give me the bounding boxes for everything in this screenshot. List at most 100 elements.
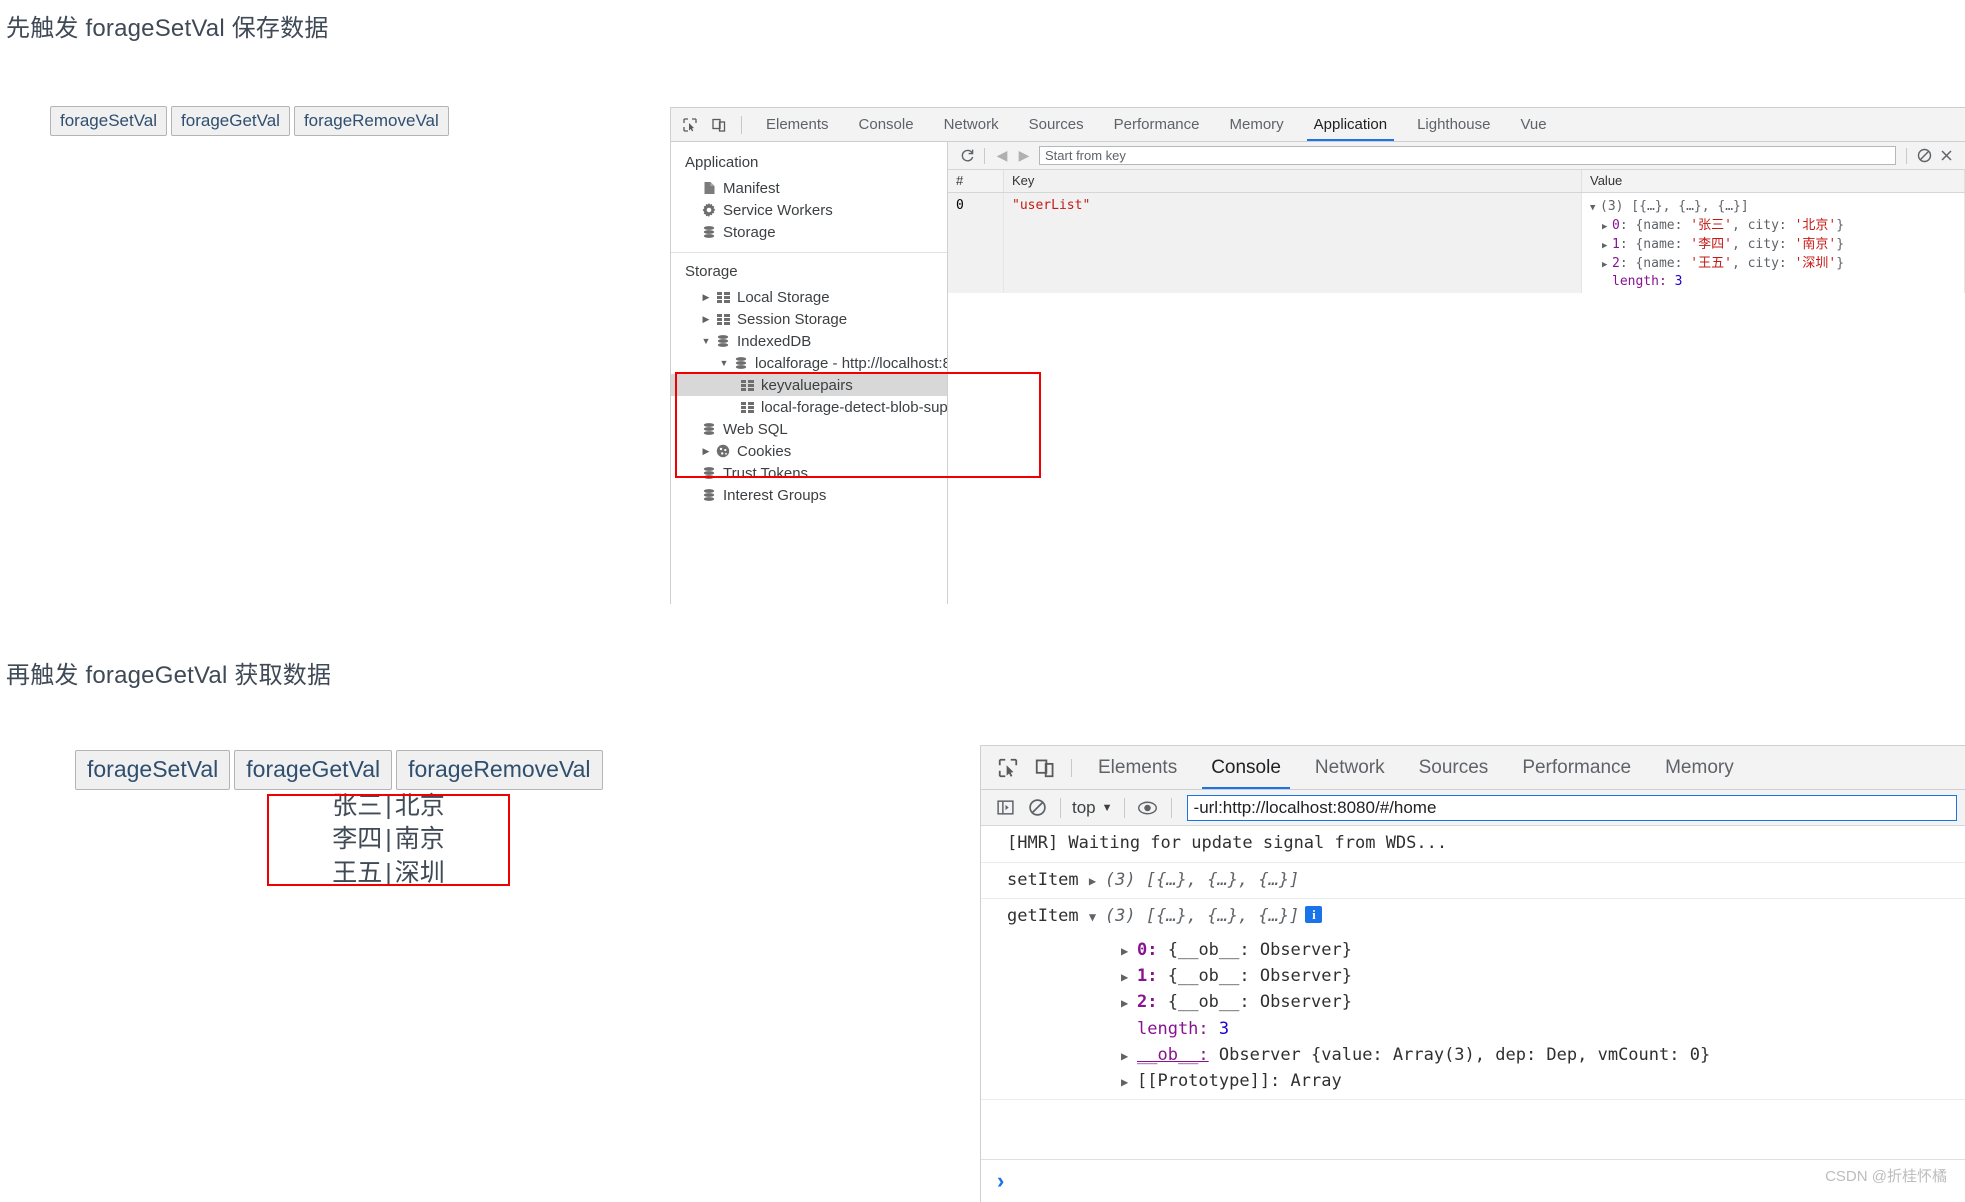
toggle-device-toolbar-icon[interactable]	[706, 113, 732, 137]
arrow-right-icon[interactable]: ▶	[1013, 145, 1035, 167]
tab-console[interactable]: Console	[1194, 746, 1298, 789]
chevron-right-icon[interactable]: ▶	[1121, 1073, 1137, 1092]
toolbar-divider	[1060, 797, 1061, 818]
chevron-right-icon[interactable]: ▶	[1121, 968, 1137, 987]
entry-value: {__ob__: Observer}	[1167, 939, 1352, 960]
expanded-entry[interactable]: ▶ 0: {__ob__: Observer}	[981, 937, 1965, 963]
sidebar-item-session-storage[interactable]: ▶ Session Storage	[671, 308, 947, 330]
chevron-down-icon[interactable]: ▼	[699, 336, 713, 346]
expanded-observer[interactable]: ▶ __ob__: Observer {value: Array(3), dep:…	[981, 1042, 1965, 1068]
sidebar-item-label: keyvaluepairs	[761, 376, 853, 394]
column-header-value[interactable]: Value	[1582, 170, 1965, 192]
sidebar-item-local-forage-detect-blob-support[interactable]: local-forage-detect-blob-support	[671, 396, 947, 418]
tab-memory[interactable]: Memory	[1648, 746, 1751, 789]
chevron-right-icon[interactable]: ▶	[1602, 259, 1612, 272]
start-from-key-input[interactable]	[1039, 146, 1896, 165]
forage-set-val-button[interactable]: forageSetVal	[75, 750, 231, 790]
execution-context-selector[interactable]: top ▼	[1068, 798, 1117, 818]
expanded-prototype[interactable]: ▶ [[Prototype]]: Array	[981, 1068, 1965, 1094]
log-preview: (3) [{…}, {…}, {…}]	[1104, 869, 1300, 890]
column-header-key[interactable]: Key	[1004, 170, 1582, 192]
inspect-element-icon[interactable]	[991, 753, 1025, 783]
console-sidebar-icon[interactable]	[989, 793, 1021, 823]
chevron-right-icon[interactable]: ▶	[699, 314, 713, 325]
tab-application[interactable]: Application	[1299, 108, 1402, 141]
delete-selected-icon[interactable]	[1935, 145, 1957, 167]
chevron-right-icon[interactable]: ▶	[1121, 942, 1137, 961]
log-label: setItem	[1007, 869, 1079, 890]
clear-console-icon[interactable]	[1021, 793, 1053, 823]
chevron-right-icon[interactable]: ▶	[699, 292, 713, 303]
tab-performance[interactable]: Performance	[1099, 108, 1215, 141]
sidebar-item-indexeddb[interactable]: ▼ IndexedDB	[671, 330, 947, 352]
chevron-down-icon[interactable]: ▼	[717, 358, 731, 368]
devtools-console-panel: Elements Console Network Sources Perform…	[980, 745, 1965, 1202]
forage-get-val-button[interactable]: forageGetVal	[234, 750, 393, 790]
forage-set-val-button[interactable]: forageSetVal	[50, 106, 168, 137]
chevron-right-icon[interactable]: ▶	[1602, 221, 1612, 234]
console-filter-input[interactable]	[1186, 794, 1957, 821]
indexeddb-data-view: ◀ ▶ # Key Value	[948, 142, 1965, 604]
chevron-right-icon[interactable]: ▶	[1602, 240, 1612, 253]
sidebar-item-cookies[interactable]: ▶ Cookies	[671, 440, 947, 462]
sidebar-item-manifest[interactable]: Manifest	[671, 177, 947, 199]
value-entry[interactable]: ▶ 0: {name: '张三', city: '北京'}	[1590, 217, 1964, 236]
value-entry[interactable]: ▶ 1: {name: '李四', city: '南京'}	[1590, 236, 1964, 255]
clear-objects-icon[interactable]	[1913, 145, 1935, 167]
tab-console[interactable]: Console	[844, 108, 929, 141]
tab-elements[interactable]: Elements	[1081, 746, 1194, 789]
table-icon	[737, 379, 757, 391]
entry-index: 2:	[1137, 992, 1158, 1013]
tab-network[interactable]: Network	[1298, 746, 1402, 789]
column-header-index[interactable]: #	[948, 170, 1004, 192]
sidebar-item-service-workers[interactable]: Service Workers	[671, 199, 947, 221]
tab-lighthouse[interactable]: Lighthouse	[1402, 108, 1505, 141]
console-message-setitem[interactable]: setItem ▶ (3) [{…}, {…}, {…}]	[981, 863, 1965, 899]
devtools-application-panel: Elements Console Network Sources Perform…	[670, 107, 1965, 604]
arrow-left-icon[interactable]: ◀	[991, 145, 1013, 167]
forage-remove-val-button[interactable]: forageRemoveVal	[293, 106, 449, 137]
chevron-right-icon[interactable]: ▶	[1121, 1047, 1137, 1066]
sidebar-item-local-storage[interactable]: ▶ Local Storage	[671, 286, 947, 308]
toggle-device-toolbar-icon[interactable]	[1028, 753, 1062, 783]
tab-memory[interactable]: Memory	[1215, 108, 1299, 141]
value-entry[interactable]: ▶ 2: {name: '王五', city: '深圳'}	[1590, 255, 1964, 274]
tab-elements[interactable]: Elements	[751, 108, 844, 141]
forage-get-val-button[interactable]: forageGetVal	[171, 106, 290, 137]
document-icon	[699, 181, 719, 195]
sidebar-item-localforage-database[interactable]: ▼ localforage - http://localhost:8080	[671, 352, 947, 374]
sidebar-item-interest-groups[interactable]: Interest Groups	[671, 484, 947, 506]
refresh-icon[interactable]	[956, 145, 978, 167]
live-expression-icon[interactable]	[1132, 793, 1164, 823]
sidebar-item-web-sql[interactable]: Web SQL	[671, 418, 947, 440]
console-message-hmr[interactable]: [HMR] Waiting for update signal from WDS…	[981, 826, 1965, 863]
chevron-down-icon[interactable]: ▼	[1089, 908, 1105, 926]
tab-performance[interactable]: Performance	[1505, 746, 1648, 789]
chevron-right-icon[interactable]: ▶	[699, 446, 713, 457]
tab-vue[interactable]: Vue	[1505, 108, 1561, 141]
value-array-preview[interactable]: ▼ (3) [{…}, {…}, {…}]	[1590, 198, 1964, 217]
database-icon	[699, 466, 719, 480]
entry-index: [[Prototype]]:	[1137, 1071, 1281, 1092]
inspect-element-icon[interactable]	[677, 113, 703, 137]
console-message-getitem[interactable]: getItem ▼ (3) [{…}, {…}, {…}] i	[981, 899, 1965, 935]
table-icon	[713, 291, 733, 303]
tab-sources[interactable]: Sources	[1014, 108, 1099, 141]
chevron-right-icon[interactable]: ▶	[1089, 872, 1105, 890]
console-prompt[interactable]: ›	[981, 1159, 1965, 1202]
cell-value: ▼ (3) [{…}, {…}, {…}] ▶ 0: {name: '张三', ci…	[1582, 193, 1965, 293]
info-badge-icon[interactable]: i	[1305, 906, 1323, 923]
sidebar-item-keyvaluepairs[interactable]: keyvaluepairs	[671, 374, 947, 396]
chevron-right-icon[interactable]: ▶	[1121, 994, 1137, 1013]
tab-network[interactable]: Network	[929, 108, 1014, 141]
chevron-down-icon[interactable]: ▼	[1590, 202, 1600, 215]
expanded-entry[interactable]: ▶ 1: {__ob__: Observer}	[981, 963, 1965, 989]
sidebar-item-trust-tokens[interactable]: Trust Tokens	[671, 462, 947, 484]
expanded-entry[interactable]: ▶ 2: {__ob__: Observer}	[981, 989, 1965, 1015]
table-row[interactable]: 0 "userList" ▼ (3) [{…}, {…}, {…}] ▶ 0: {n…	[948, 193, 1965, 293]
forage-remove-val-button[interactable]: forageRemoveVal	[396, 750, 603, 790]
sidebar-item-storage[interactable]: Storage	[671, 221, 947, 243]
tab-sources[interactable]: Sources	[1402, 746, 1506, 789]
database-icon	[699, 422, 719, 436]
page-root: 先触发 forageSetVal 保存数据 forageSetVal forag…	[0, 0, 1965, 1202]
